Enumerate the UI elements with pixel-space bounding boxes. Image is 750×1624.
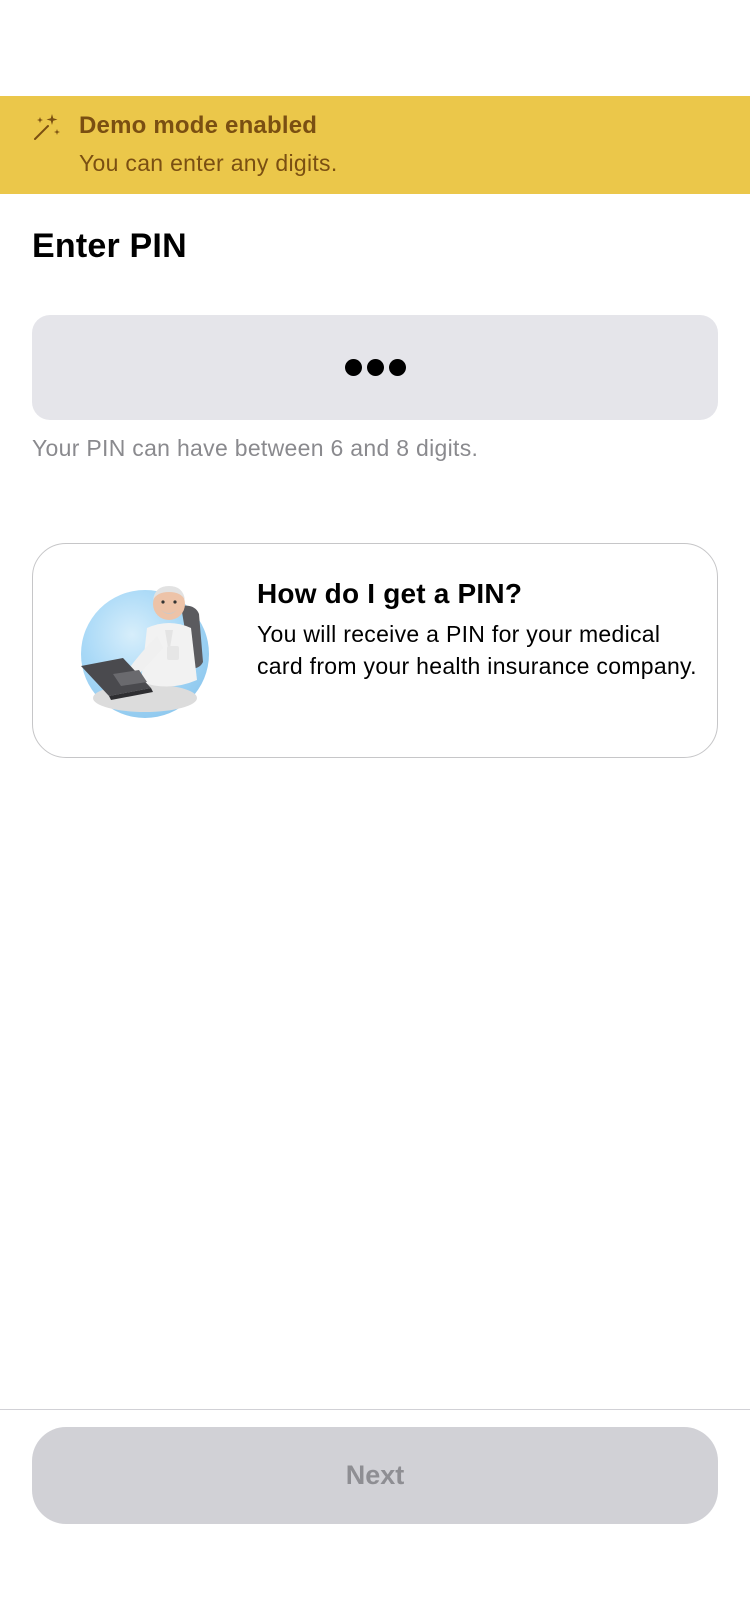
pin-input-field[interactable] <box>32 315 718 420</box>
card-title: How do I get a PIN? <box>257 578 523 609</box>
magic-wand-sparkles-icon <box>34 114 60 140</box>
pin-info-card: How do I get a PIN? You will receive a P… <box>32 543 718 758</box>
pin-dot <box>388 359 406 376</box>
next-button[interactable]: Next <box>32 1427 718 1524</box>
pin-dot <box>344 359 362 376</box>
card-body-text: You will receive a PIN for your medical … <box>257 621 697 679</box>
elderly-man-at-laptop-illustration <box>81 586 209 718</box>
page-title: Enter PIN <box>32 227 187 265</box>
bottom-divider <box>0 1409 750 1410</box>
pin-hint-text: Your PIN can have between 6 and 8 digits… <box>32 435 479 461</box>
demo-mode-banner: Demo mode enabled You can enter any digi… <box>0 96 750 194</box>
pin-dot <box>366 359 384 376</box>
demo-banner-subtitle: You can enter any digits. <box>79 150 338 176</box>
demo-banner-title: Demo mode enabled <box>79 112 318 139</box>
